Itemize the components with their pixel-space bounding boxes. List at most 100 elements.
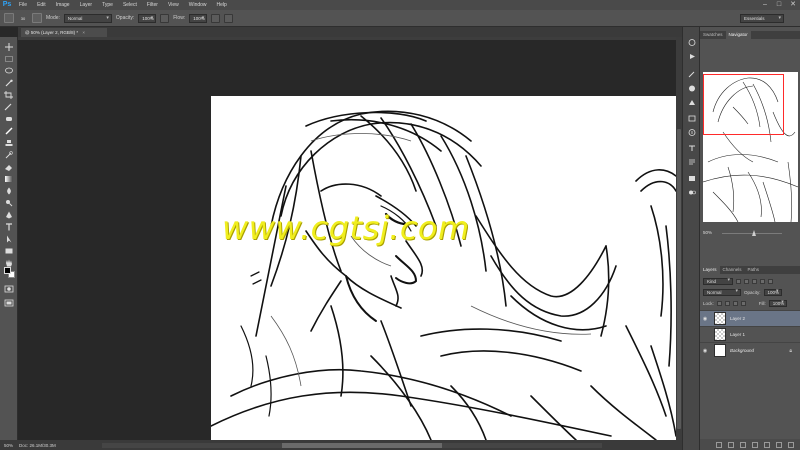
info-panel-icon[interactable]	[688, 129, 696, 136]
dodge-tool-icon[interactable]	[4, 199, 14, 207]
filter-shape-icon[interactable]	[760, 278, 765, 284]
filter-type-icon[interactable]	[752, 278, 757, 284]
adjustment-layer-icon[interactable]	[752, 441, 758, 448]
navigator-zoom-value[interactable]: 50%	[703, 230, 712, 235]
flow-field[interactable]: 100%	[189, 13, 208, 23]
move-tool-icon[interactable]	[4, 43, 14, 51]
lock-position-icon[interactable]	[732, 300, 738, 306]
horizontal-scrollbar[interactable]	[101, 442, 602, 448]
type-tool-icon[interactable]	[4, 223, 14, 231]
document-tab[interactable]: @ 50% (Layer 2, RGB/8) * ×	[21, 28, 107, 37]
history-brush-tool-icon[interactable]	[4, 151, 14, 159]
brush-tool-preset-icon[interactable]	[4, 13, 14, 23]
crop-tool-icon[interactable]	[4, 91, 14, 99]
screen-mode-icon[interactable]	[4, 299, 14, 307]
pressure-opacity-icon[interactable]	[160, 13, 170, 23]
blur-tool-icon[interactable]	[4, 187, 14, 195]
history-panel-icon[interactable]	[688, 39, 696, 46]
menu-view[interactable]: View	[163, 0, 184, 10]
pen-tool-icon[interactable]	[4, 211, 14, 219]
rectangle-tool-icon[interactable]	[4, 247, 14, 255]
filter-smart-object-icon[interactable]	[768, 278, 773, 284]
delete-layer-icon[interactable]	[788, 441, 794, 448]
horizontal-scroll-thumb[interactable]	[281, 442, 442, 448]
quick-mask-icon[interactable]	[4, 285, 14, 293]
layer-row-layer-2[interactable]: ◉ Layer 2	[700, 310, 800, 326]
document-canvas[interactable]	[211, 96, 676, 440]
status-zoom[interactable]: 50%	[4, 443, 13, 448]
vertical-scroll-thumb[interactable]	[677, 129, 681, 429]
foreground-color-swatch[interactable]	[4, 267, 11, 274]
paragraph-panel-icon[interactable]	[688, 159, 696, 166]
tab-channels[interactable]: Channels	[720, 266, 745, 274]
link-layers-icon[interactable]	[716, 441, 722, 448]
visibility-eye-icon[interactable]: ◉	[700, 316, 710, 322]
layer-opacity-field[interactable]: 100%	[763, 288, 782, 296]
marquee-tool-icon[interactable]	[4, 55, 14, 63]
brush-size-value[interactable]: 30	[18, 16, 28, 21]
tool-presets-icon[interactable]	[688, 175, 696, 182]
layer-style-icon[interactable]	[728, 441, 734, 448]
brush-tool-icon[interactable]	[4, 127, 14, 135]
lasso-tool-icon[interactable]	[4, 67, 14, 75]
actions-panel-icon[interactable]	[688, 53, 696, 60]
workspace-select[interactable]: Essentials	[740, 13, 784, 23]
layer-row-layer-1[interactable]: Layer 1	[700, 326, 800, 342]
opacity-field[interactable]: 100%	[138, 13, 157, 23]
visibility-eye-icon[interactable]: ◉	[700, 348, 710, 354]
menu-help[interactable]: Help	[212, 0, 232, 10]
status-doc-size[interactable]: Doc: 26.1M/30.3M	[19, 443, 56, 448]
filter-pixel-icon[interactable]	[736, 278, 741, 284]
tab-layers[interactable]: Layers	[700, 266, 720, 274]
menu-filter[interactable]: Filter	[142, 0, 163, 10]
quick-select-tool-icon[interactable]	[4, 79, 14, 87]
lock-pixels-icon[interactable]	[724, 300, 730, 306]
lock-transparent-icon[interactable]	[716, 300, 722, 306]
new-layer-icon[interactable]	[776, 441, 782, 448]
character-panel-icon[interactable]	[688, 145, 696, 152]
tab-close-icon[interactable]: ×	[82, 30, 85, 35]
color-panel-icon[interactable]	[688, 85, 696, 92]
eraser-tool-icon[interactable]	[4, 163, 14, 171]
pressure-size-icon[interactable]	[224, 13, 234, 23]
healing-brush-tool-icon[interactable]	[4, 115, 14, 123]
layer-name[interactable]: Background	[730, 348, 754, 353]
menu-window[interactable]: Window	[184, 0, 212, 10]
clone-stamp-tool-icon[interactable]	[4, 139, 14, 147]
tab-navigator[interactable]: Navigator	[725, 31, 751, 39]
airbrush-icon[interactable]	[211, 13, 221, 23]
menu-select[interactable]: Select	[118, 0, 142, 10]
tab-swatches[interactable]: Swatches	[700, 31, 726, 39]
layer-name[interactable]: Layer 1	[730, 332, 745, 337]
layer-row-background[interactable]: ◉ Background 🔒︎	[700, 342, 800, 358]
foreground-background-swatches[interactable]	[4, 267, 16, 279]
navigator-zoom-slider[interactable]	[722, 233, 782, 234]
maximize-button[interactable]: □	[772, 0, 786, 10]
adjustments-panel-icon[interactable]	[688, 99, 696, 106]
layer-kind-filter[interactable]: Kind	[703, 277, 733, 285]
eyedropper-tool-icon[interactable]	[4, 103, 14, 111]
layer-blend-mode-select[interactable]: Normal	[703, 288, 741, 296]
lock-all-icon[interactable]	[740, 300, 746, 306]
close-button[interactable]: ✕	[786, 0, 800, 10]
layer-fill-field[interactable]: 100%	[768, 299, 787, 307]
menu-edit[interactable]: Edit	[32, 0, 51, 10]
menu-type[interactable]: Type	[97, 0, 118, 10]
menu-file[interactable]: File	[14, 0, 32, 10]
add-mask-icon[interactable]	[740, 441, 746, 448]
menu-layer[interactable]: Layer	[75, 0, 98, 10]
properties-panel-icon[interactable]	[688, 115, 696, 122]
path-selection-tool-icon[interactable]	[4, 235, 14, 243]
brush-panel-toggle-icon[interactable]	[32, 13, 42, 23]
filter-adjustment-icon[interactable]	[744, 278, 749, 284]
clone-source-icon[interactable]	[688, 189, 696, 196]
navigator-view-box[interactable]	[703, 74, 784, 135]
layer-name[interactable]: Layer 2	[730, 316, 745, 321]
tab-paths[interactable]: Paths	[745, 266, 763, 274]
hand-tool-icon[interactable]	[4, 259, 14, 267]
mode-select[interactable]: Normal	[63, 13, 112, 23]
brush-presets-icon[interactable]	[688, 71, 696, 78]
minimize-button[interactable]: –	[758, 0, 772, 10]
gradient-tool-icon[interactable]	[4, 175, 14, 183]
new-group-icon[interactable]	[764, 441, 770, 448]
